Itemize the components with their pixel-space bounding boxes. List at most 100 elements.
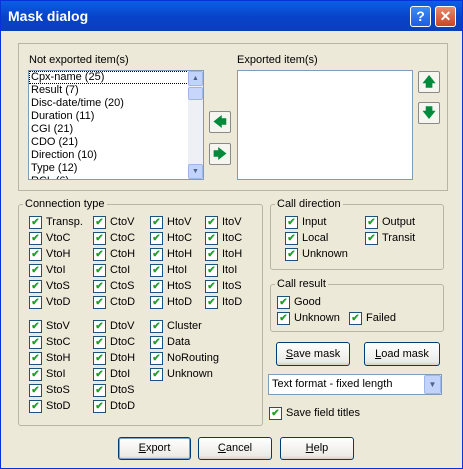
checkbox-label: DtoV xyxy=(110,320,135,332)
checkbox-label: StoI xyxy=(46,368,66,380)
check-icon: ✔ xyxy=(29,384,42,397)
check-icon: ✔ xyxy=(205,216,218,229)
checkbox-label: StoC xyxy=(46,336,71,348)
move-up-icon[interactable]: 🡅 xyxy=(418,71,440,93)
checkbox-label: CtoI xyxy=(110,264,131,276)
checkbox-label: ItoI xyxy=(222,264,238,276)
checkbox-label: HtoD xyxy=(167,296,193,308)
check-icon: ✔ xyxy=(93,336,106,349)
check-icon: ✔ xyxy=(29,352,42,365)
list-item[interactable]: Direction (10) xyxy=(29,149,203,162)
list-item[interactable]: RCL (6) xyxy=(29,175,203,179)
check-icon: ✔ xyxy=(205,296,218,309)
checkbox-label: DtoD xyxy=(110,400,136,412)
checkbox-label: CtoC xyxy=(110,232,136,244)
scroll-up-icon[interactable]: ▲ xyxy=(188,71,203,86)
format-value: Text format - fixed length xyxy=(272,378,393,390)
check-icon: ✔ xyxy=(93,216,106,229)
check-icon: ✔ xyxy=(29,232,42,245)
check-icon: ✔ xyxy=(277,312,290,325)
dropdown-arrow-icon[interactable]: ▼ xyxy=(424,375,441,394)
move-right-icon[interactable]: 🡆 xyxy=(209,143,231,165)
checkbox-label: ItoC xyxy=(222,232,243,244)
move-down-icon[interactable]: 🡇 xyxy=(418,102,440,124)
list-item[interactable]: Result (7) xyxy=(29,84,203,97)
checkbox-label: Data xyxy=(167,336,191,348)
scroll-down-icon[interactable]: ▼ xyxy=(188,164,203,179)
connection-type-title: Connection type xyxy=(23,198,107,210)
check-icon: ✔ xyxy=(93,232,106,245)
check-icon: ✔ xyxy=(93,280,106,293)
load-mask-button[interactable]: Load mask xyxy=(364,342,440,366)
call-direction-title: Call direction xyxy=(275,198,343,210)
checkbox-label: DtoH xyxy=(110,352,136,364)
check-icon: ✔ xyxy=(29,336,42,349)
checkbox-label: VtoH xyxy=(46,248,71,260)
exported-list[interactable] xyxy=(237,70,413,180)
check-icon: ✔ xyxy=(205,264,218,277)
export-button[interactable]: Export xyxy=(118,437,191,460)
check-icon: ✔ xyxy=(150,296,163,309)
checkbox-label: Unknown xyxy=(302,248,348,260)
checkbox-label: CtoD xyxy=(110,296,136,308)
window-title: Mask dialog xyxy=(8,8,89,24)
not-exported-list[interactable]: Cpx-name (25) Result (7) Disc-date/time (2… xyxy=(28,70,204,180)
check-icon: ✔ xyxy=(29,280,42,293)
list-item[interactable]: CDO (21) xyxy=(29,136,203,149)
checkbox-label: StoV xyxy=(46,320,70,332)
checkbox-label: HtoS xyxy=(167,280,192,292)
checkbox-label: HtoV xyxy=(167,216,192,228)
check-icon: ✔ xyxy=(150,320,163,333)
checkbox-label: VtoI xyxy=(46,264,66,276)
check-icon: ✔ xyxy=(93,248,106,261)
cancel-button[interactable]: Cancel xyxy=(198,437,272,460)
check-icon: ✔ xyxy=(150,368,163,381)
checkbox-label: DtoS xyxy=(110,384,135,396)
checkbox-label: Output xyxy=(382,216,416,228)
check-icon: ✔ xyxy=(205,232,218,245)
check-icon: ✔ xyxy=(93,264,106,277)
checkbox-label: DtoC xyxy=(110,336,136,348)
checkbox-label: ItoH xyxy=(222,248,243,260)
call-result-title: Call result xyxy=(275,278,328,290)
checkbox-label: VtoC xyxy=(46,232,71,244)
check-icon: ✔ xyxy=(93,384,106,397)
list-item[interactable]: Disc-date/time (20) xyxy=(29,97,203,110)
list-scrollbar[interactable]: ▲ ▼ xyxy=(188,71,203,179)
format-select[interactable]: Text format - fixed length ▼ xyxy=(268,374,442,395)
check-icon: ✔ xyxy=(150,352,163,365)
checkbox-label: ItoV xyxy=(222,216,242,228)
list-item[interactable]: Cpx-name (25) xyxy=(29,71,203,84)
check-icon: ✔ xyxy=(29,264,42,277)
save-field-titles-label: Save field titles xyxy=(286,407,360,419)
check-icon: ✔ xyxy=(150,232,163,245)
check-icon: ✔ xyxy=(269,407,282,420)
title-bar: Mask dialog ? ✕ xyxy=(1,1,462,31)
checkbox-label: Failed xyxy=(366,312,396,324)
scroll-thumb[interactable] xyxy=(188,87,203,100)
checkbox-label: VtoS xyxy=(46,280,70,292)
checkbox-label: ItoS xyxy=(222,280,242,292)
check-icon: ✔ xyxy=(93,296,106,309)
checkbox-label: StoS xyxy=(46,384,70,396)
list-item[interactable]: CGI (21) xyxy=(29,123,203,136)
check-icon: ✔ xyxy=(150,280,163,293)
list-item[interactable]: Type (12) xyxy=(29,162,203,175)
checkbox-label: CtoH xyxy=(110,248,136,260)
not-exported-label: Not exported item(s) xyxy=(29,54,129,66)
check-icon: ✔ xyxy=(205,280,218,293)
save-mask-button[interactable]: Save mask xyxy=(276,342,350,366)
checkbox-label: Transp. xyxy=(46,216,83,228)
check-icon: ✔ xyxy=(365,232,378,245)
check-icon: ✔ xyxy=(349,312,362,325)
check-icon: ✔ xyxy=(277,296,290,309)
checkbox-label: CtoS xyxy=(110,280,135,292)
help-icon[interactable]: ? xyxy=(410,6,431,27)
checkbox-label: HtoI xyxy=(167,264,188,276)
checkbox-label: CtoV xyxy=(110,216,135,228)
close-icon[interactable]: ✕ xyxy=(435,6,456,27)
list-item[interactable]: Duration (11) xyxy=(29,110,203,123)
checkbox-label: HtoH xyxy=(167,248,193,260)
help-button[interactable]: Help xyxy=(280,437,354,460)
move-left-icon[interactable]: 🡄 xyxy=(209,111,231,133)
